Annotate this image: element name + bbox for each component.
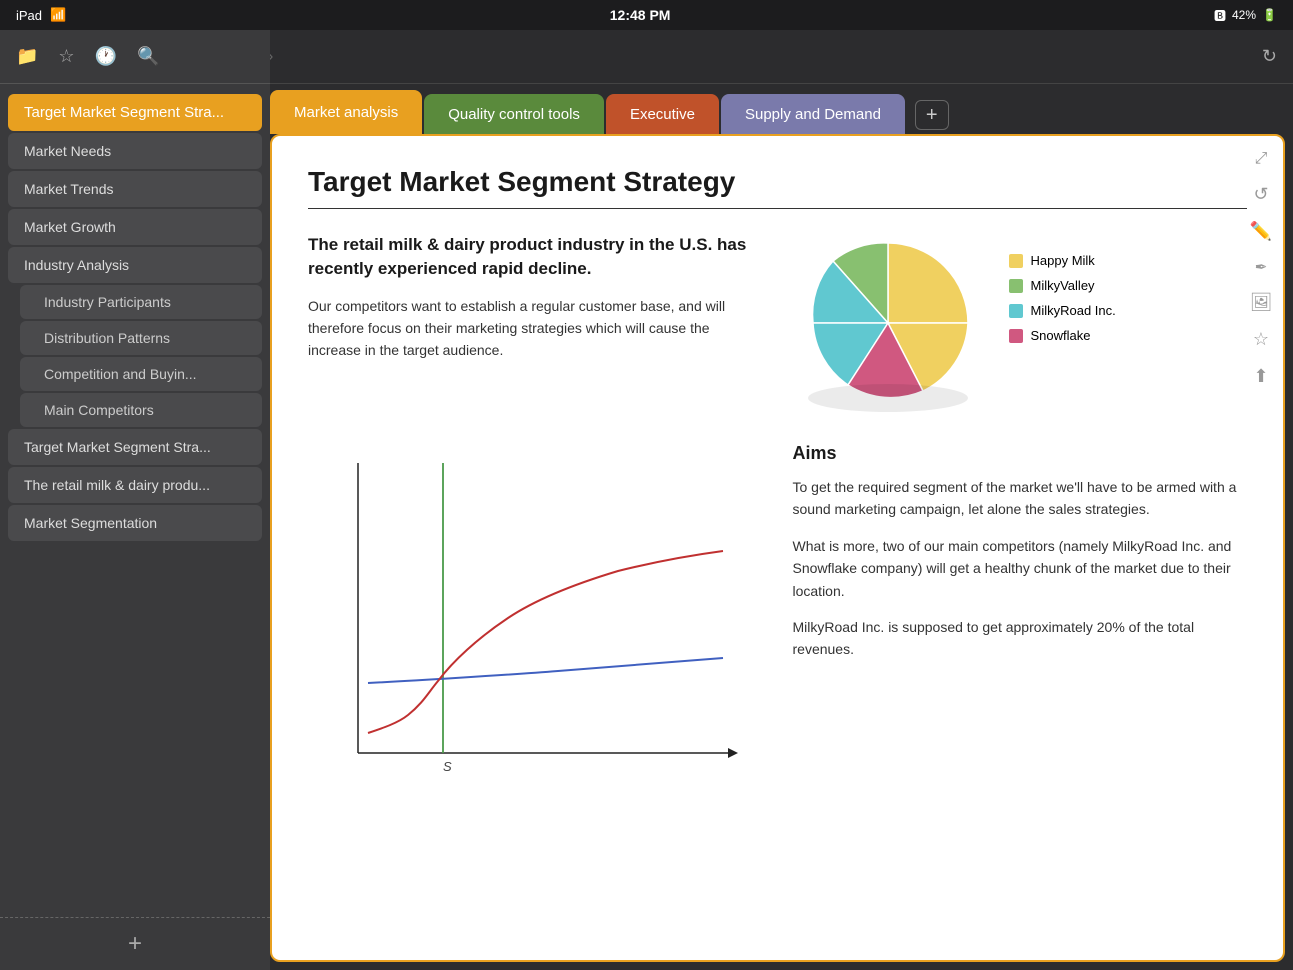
right-toolbar: ⤢ ↺ ✏️ ✒ 🖼 ☆ ⬆: [1239, 136, 1283, 401]
chart-legend: Happy Milk MilkyValley MilkyRoad Inc. Sn…: [1009, 233, 1116, 343]
line-chart-area: S: [308, 443, 763, 803]
sidebar-item-market-needs[interactable]: Market Needs: [8, 133, 262, 169]
undo-icon[interactable]: ↺: [1253, 184, 1268, 205]
doc-body-text: Our competitors want to establish a regu…: [308, 295, 763, 362]
search-icon[interactable]: 🔍: [137, 46, 159, 67]
image-icon[interactable]: 🖼: [1250, 292, 1273, 313]
battery-icon: 🔋: [1262, 8, 1277, 22]
aims-area: Aims To get the required segment of the …: [793, 443, 1248, 803]
tab-bar: Market analysis Quality control tools Ex…: [270, 84, 1293, 134]
sidebar-item-retail-milk[interactable]: The retail milk & dairy produ...: [8, 467, 262, 503]
tab-quality-control[interactable]: Quality control tools: [424, 94, 604, 134]
sidebar-top-icons: 📁 ☆ 🕐 🔍: [0, 30, 270, 84]
pie-chart: [793, 233, 993, 413]
sidebar-item-market-growth[interactable]: Market Growth: [8, 209, 262, 245]
star-icon[interactable]: ☆: [58, 46, 74, 67]
aims-text-2: What is more, two of our main competitor…: [793, 535, 1248, 602]
doc-title: Target Market Segment Strategy: [308, 166, 1247, 209]
aims-title: Aims: [793, 443, 1248, 464]
battery-percent: 42%: [1232, 8, 1256, 22]
status-bar: iPad 📶 12:48 PM 🅱 42% 🔋: [0, 0, 1293, 30]
sidebar-item-selected[interactable]: Target Market Segment Stra...: [8, 94, 262, 131]
status-left: iPad 📶: [16, 7, 66, 23]
legend-label-snowflake: Snowflake: [1031, 328, 1091, 343]
expand-icon[interactable]: ⤢: [1255, 150, 1268, 168]
doc-text-section: The retail milk & dairy product industry…: [308, 233, 763, 413]
sidebar-item-distribution-patterns[interactable]: Distribution Patterns: [20, 321, 262, 355]
star-toolbar-icon[interactable]: ☆: [1253, 329, 1269, 350]
legend-dot-snowflake: [1009, 329, 1023, 343]
pen-abc-icon[interactable]: ✒: [1255, 258, 1268, 276]
legend-snowflake: Snowflake: [1009, 328, 1116, 343]
clock-icon[interactable]: 🕐: [95, 46, 117, 67]
sidebar-item-target-market[interactable]: Target Market Segment Stra...: [8, 429, 262, 465]
tab-market-analysis[interactable]: Market analysis: [270, 90, 422, 134]
aims-text-3: MilkyRoad Inc. is supposed to get approx…: [793, 616, 1248, 661]
wifi-icon: 📶: [50, 7, 66, 23]
add-note-button[interactable]: +: [128, 930, 142, 958]
aims-text-1: To get the required segment of the marke…: [793, 476, 1248, 521]
sidebar-item-market-trends[interactable]: Market Trends: [8, 171, 262, 207]
legend-dot-milkyroad: [1009, 304, 1023, 318]
doc-top-section: The retail milk & dairy product industry…: [308, 233, 1247, 413]
share-icon[interactable]: ⬆: [1253, 366, 1268, 387]
add-tab-button[interactable]: +: [915, 100, 949, 130]
legend-dot-happy-milk: [1009, 254, 1023, 268]
sidebar-item-industry-participants[interactable]: Industry Participants: [20, 285, 262, 319]
folder-icon[interactable]: 📁: [16, 46, 38, 67]
sidebar-item-market-segmentation[interactable]: Market Segmentation: [8, 505, 262, 541]
main-content: ⤢ ↺ ✏️ ✒ 🖼 ☆ ⬆ Target Market Segment Str…: [270, 134, 1285, 962]
legend-dot-milkyvalley: [1009, 279, 1023, 293]
svg-text:S: S: [443, 759, 452, 774]
legend-label-milkyroad: MilkyRoad Inc.: [1031, 303, 1116, 318]
doc-headline: The retail milk & dairy product industry…: [308, 233, 763, 281]
ipad-label: iPad: [16, 8, 42, 23]
sidebar-item-main-competitors[interactable]: Main Competitors: [20, 393, 262, 427]
legend-milkyroad: MilkyRoad Inc.: [1009, 303, 1116, 318]
line-chart-svg: S: [308, 443, 738, 803]
sidebar-bottom: +: [0, 917, 270, 970]
tab-supply-demand[interactable]: Supply and Demand: [721, 94, 905, 134]
sidebar-items: Target Market Segment Stra... Market Nee…: [0, 84, 270, 917]
legend-happy-milk: Happy Milk: [1009, 253, 1116, 268]
legend-milkyvalley: MilkyValley: [1009, 278, 1116, 293]
sidebar-item-industry-analysis[interactable]: Industry Analysis: [8, 247, 262, 283]
refresh-icon[interactable]: ↻: [1262, 46, 1277, 67]
sidebar-item-competition-buying[interactable]: Competition and Buyin...: [20, 357, 262, 391]
legend-label-happy-milk: Happy Milk: [1031, 253, 1095, 268]
pie-svg: [793, 233, 993, 413]
status-time: 12:48 PM: [610, 7, 671, 23]
legend-label-milkyvalley: MilkyValley: [1031, 278, 1095, 293]
tab-executive[interactable]: Executive: [606, 94, 719, 134]
status-right: 🅱 42% 🔋: [1214, 7, 1277, 24]
doc-bottom-section: S Aims To get the required segment of th…: [308, 443, 1247, 803]
bluetooth-icon: 🅱: [1214, 7, 1226, 24]
pie-chart-area: Happy Milk MilkyValley MilkyRoad Inc. Sn…: [793, 233, 1248, 413]
pen-icon[interactable]: ✏️: [1250, 221, 1272, 242]
sidebar: 📁 ☆ 🕐 🔍 Target Market Segment Stra... Ma…: [0, 30, 270, 970]
